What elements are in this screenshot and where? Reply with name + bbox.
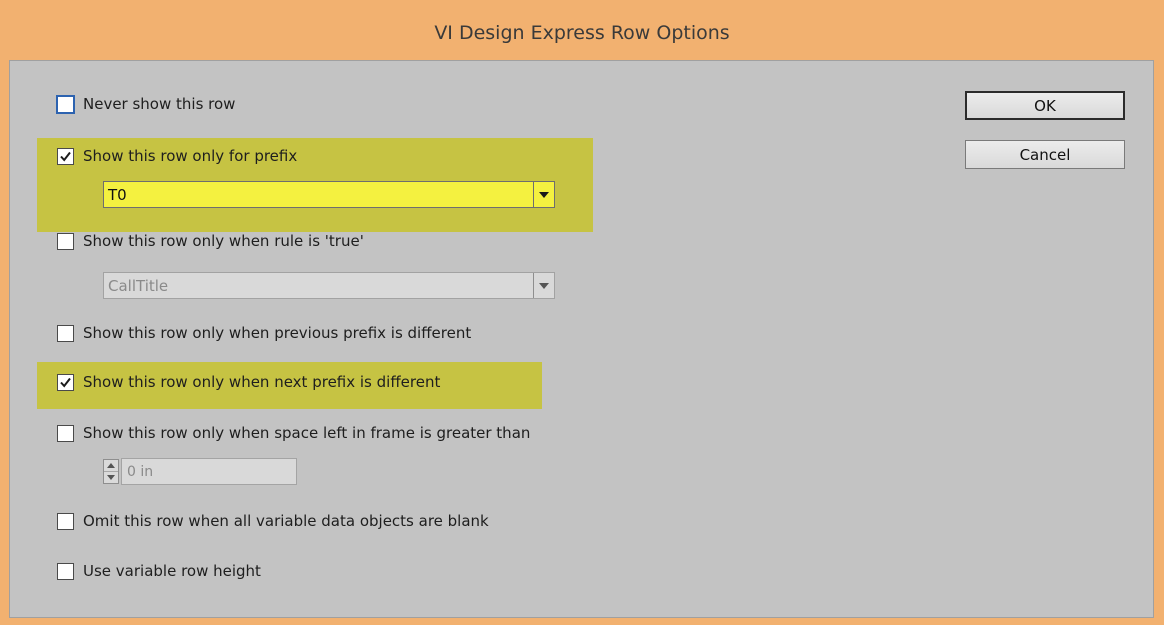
- next-prefix-option[interactable]: Show this row only when next prefix is d…: [57, 371, 440, 393]
- rule-select[interactable]: CallTitle: [103, 272, 555, 299]
- chevron-down-icon[interactable]: [533, 182, 554, 207]
- next-prefix-label: Show this row only when next prefix is d…: [83, 373, 441, 391]
- rule-true-label: Show this row only when rule is 'true': [83, 232, 364, 250]
- dialog-window: VI Design Express Row Options Never show…: [0, 0, 1164, 625]
- omit-blank-checkbox[interactable]: [57, 512, 74, 530]
- omit-blank-label: Omit this row when all variable data obj…: [83, 512, 489, 530]
- dialog-title: VI Design Express Row Options: [434, 22, 730, 44]
- dialog-content: Never show this row Show this row only f…: [9, 60, 1154, 618]
- prev-prefix-checkbox[interactable]: [57, 324, 74, 342]
- never-show-option[interactable]: Never show this row: [56, 93, 236, 115]
- arrow-down-icon[interactable]: [104, 471, 118, 483]
- prefix-only-label: Show this row only for prefix: [83, 147, 298, 165]
- chevron-down-icon[interactable]: [533, 273, 554, 298]
- space-left-option[interactable]: Show this row only when space left in fr…: [57, 422, 530, 444]
- rule-true-option[interactable]: Show this row only when rule is 'true': [57, 230, 364, 252]
- prefix-only-checkbox[interactable]: [57, 147, 74, 165]
- arrow-up-icon[interactable]: [104, 460, 118, 471]
- cancel-button[interactable]: Cancel: [965, 140, 1125, 169]
- checkmark-icon: [60, 377, 71, 388]
- space-spinner[interactable]: 0 in: [103, 458, 297, 485]
- checkmark-icon: [60, 151, 71, 162]
- prefix-only-option[interactable]: Show this row only for prefix: [57, 145, 297, 167]
- variable-height-option[interactable]: Use variable row height: [57, 560, 261, 582]
- variable-height-label: Use variable row height: [83, 562, 261, 580]
- space-left-checkbox[interactable]: [57, 424, 74, 442]
- rule-select-value: CallTitle: [108, 276, 169, 295]
- never-show-checkbox[interactable]: [56, 94, 75, 114]
- spinner-buttons[interactable]: [103, 459, 119, 484]
- variable-height-checkbox[interactable]: [57, 562, 74, 580]
- prev-prefix-label: Show this row only when previous prefix …: [83, 324, 472, 342]
- prefix-select[interactable]: T0: [103, 181, 555, 208]
- prefix-select-value: T0: [108, 185, 127, 204]
- next-prefix-checkbox[interactable]: [57, 373, 74, 391]
- omit-blank-option[interactable]: Omit this row when all variable data obj…: [57, 510, 489, 532]
- never-show-label: Never show this row: [83, 95, 236, 113]
- title-bar[interactable]: VI Design Express Row Options: [0, 0, 1164, 60]
- space-left-label: Show this row only when space left in fr…: [83, 424, 531, 442]
- space-value-input[interactable]: 0 in: [121, 458, 297, 485]
- rule-true-checkbox[interactable]: [57, 232, 74, 250]
- prev-prefix-option[interactable]: Show this row only when previous prefix …: [57, 322, 471, 344]
- ok-button[interactable]: OK: [965, 91, 1125, 120]
